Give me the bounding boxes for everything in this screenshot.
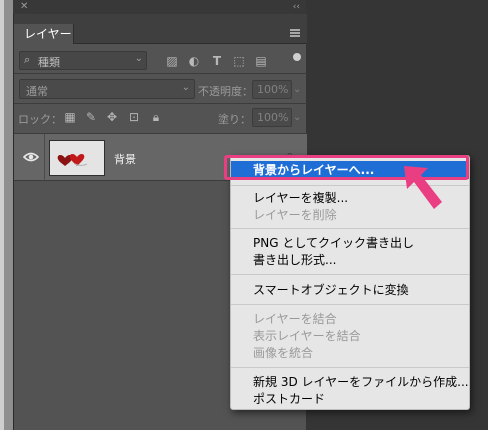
divider	[14, 73, 307, 74]
layer-name: 背景	[114, 153, 136, 166]
menu-item-delete-layer[interactable]: レイヤーを削除	[253, 207, 337, 223]
eye-icon[interactable]	[23, 151, 39, 163]
divider	[44, 134, 45, 182]
blend-mode-select[interactable]: 通常 ⌄	[19, 79, 195, 99]
tab-layers[interactable]: レイヤー	[14, 24, 74, 44]
fill-input[interactable]: 100%	[252, 108, 292, 127]
blend-mode-value: 通常	[26, 85, 48, 98]
panel-tab-row: レイヤー	[14, 14, 307, 44]
lock-row: ロック： ▦ ✎ ✥ ⊡ 🔒︎ 塗り： 100% ⌄	[14, 105, 307, 131]
menu-separator	[231, 228, 469, 229]
filter-kind-select[interactable]: ⌕ 種類 ⌄	[19, 51, 147, 70]
panel-titlebar: ✕ ‹‹	[13, 0, 306, 14]
menu-item-merge-layers[interactable]: レイヤーを結合	[253, 311, 337, 327]
type-layer-filter-icon[interactable]: T	[210, 54, 224, 68]
canvas-edge	[0, 0, 13, 430]
chevron-down-icon[interactable]: ⌄	[293, 80, 305, 99]
shape-layer-filter-icon[interactable]: ⬚	[232, 54, 246, 68]
smart-object-filter-icon[interactable]: ▤	[254, 54, 268, 68]
menu-item-export-as[interactable]: 書き出し形式...	[253, 252, 336, 268]
chevron-down-icon[interactable]: ⌄	[293, 108, 305, 127]
menu-separator	[231, 274, 469, 275]
search-icon: ⌕	[24, 53, 31, 66]
menu-item-postcard[interactable]: ポストカード	[253, 391, 325, 407]
lock-all-icon[interactable]: 🔒︎	[149, 110, 163, 124]
annotation-arrow-icon	[404, 166, 442, 209]
layer-thumbnail	[49, 140, 105, 176]
menu-item-new-3d-layer[interactable]: 新規 3D レイヤーをファイルから作成...	[253, 374, 469, 390]
adjustment-layer-filter-icon[interactable]: ◐	[187, 54, 201, 68]
lock-label: ロック：	[18, 113, 62, 126]
menu-item-convert-smart-object[interactable]: スマートオブジェクトに変換	[253, 282, 409, 298]
fill-label: 塗り：	[218, 113, 251, 126]
hearts-image	[57, 154, 88, 166]
opacity-label: 不透明度：	[198, 85, 253, 98]
menu-item-quick-export-png[interactable]: PNG としてクイック書き出し	[253, 235, 414, 251]
filter-row: ⌕ 種類 ⌄ ▨ ◐ T ⬚ ▤	[14, 48, 307, 72]
menu-separator	[231, 367, 469, 368]
menu-separator	[231, 304, 469, 305]
opacity-input[interactable]: 100%	[252, 80, 292, 99]
menu-item-flatten-image[interactable]: 画像を統合	[253, 345, 313, 361]
close-icon[interactable]: ✕	[20, 0, 28, 14]
collapse-icon[interactable]: ‹‹	[293, 0, 300, 14]
lock-image-brush-icon[interactable]: ✎	[84, 110, 98, 124]
lock-position-move-icon[interactable]: ✥	[105, 110, 119, 124]
blend-row: 通常 ⌄ 不透明度： 100% ⌄	[14, 76, 307, 102]
menu-item-merge-visible[interactable]: 表示レイヤーを結合	[253, 328, 361, 344]
chevron-down-icon: ⌄	[134, 53, 143, 64]
divider	[14, 103, 307, 104]
filter-toggle-icon[interactable]	[293, 53, 301, 61]
lock-transparent-icon[interactable]: ▦	[63, 110, 77, 124]
pixel-layer-filter-icon[interactable]: ▨	[165, 54, 179, 68]
menu-item-duplicate-layer[interactable]: レイヤーを複製...	[253, 190, 348, 206]
filter-kind-label: 種類	[38, 56, 60, 69]
panel-menu-icon[interactable]	[290, 29, 300, 37]
chevron-down-icon: ⌄	[181, 82, 190, 93]
lock-artboard-icon[interactable]: ⊡	[127, 110, 141, 124]
